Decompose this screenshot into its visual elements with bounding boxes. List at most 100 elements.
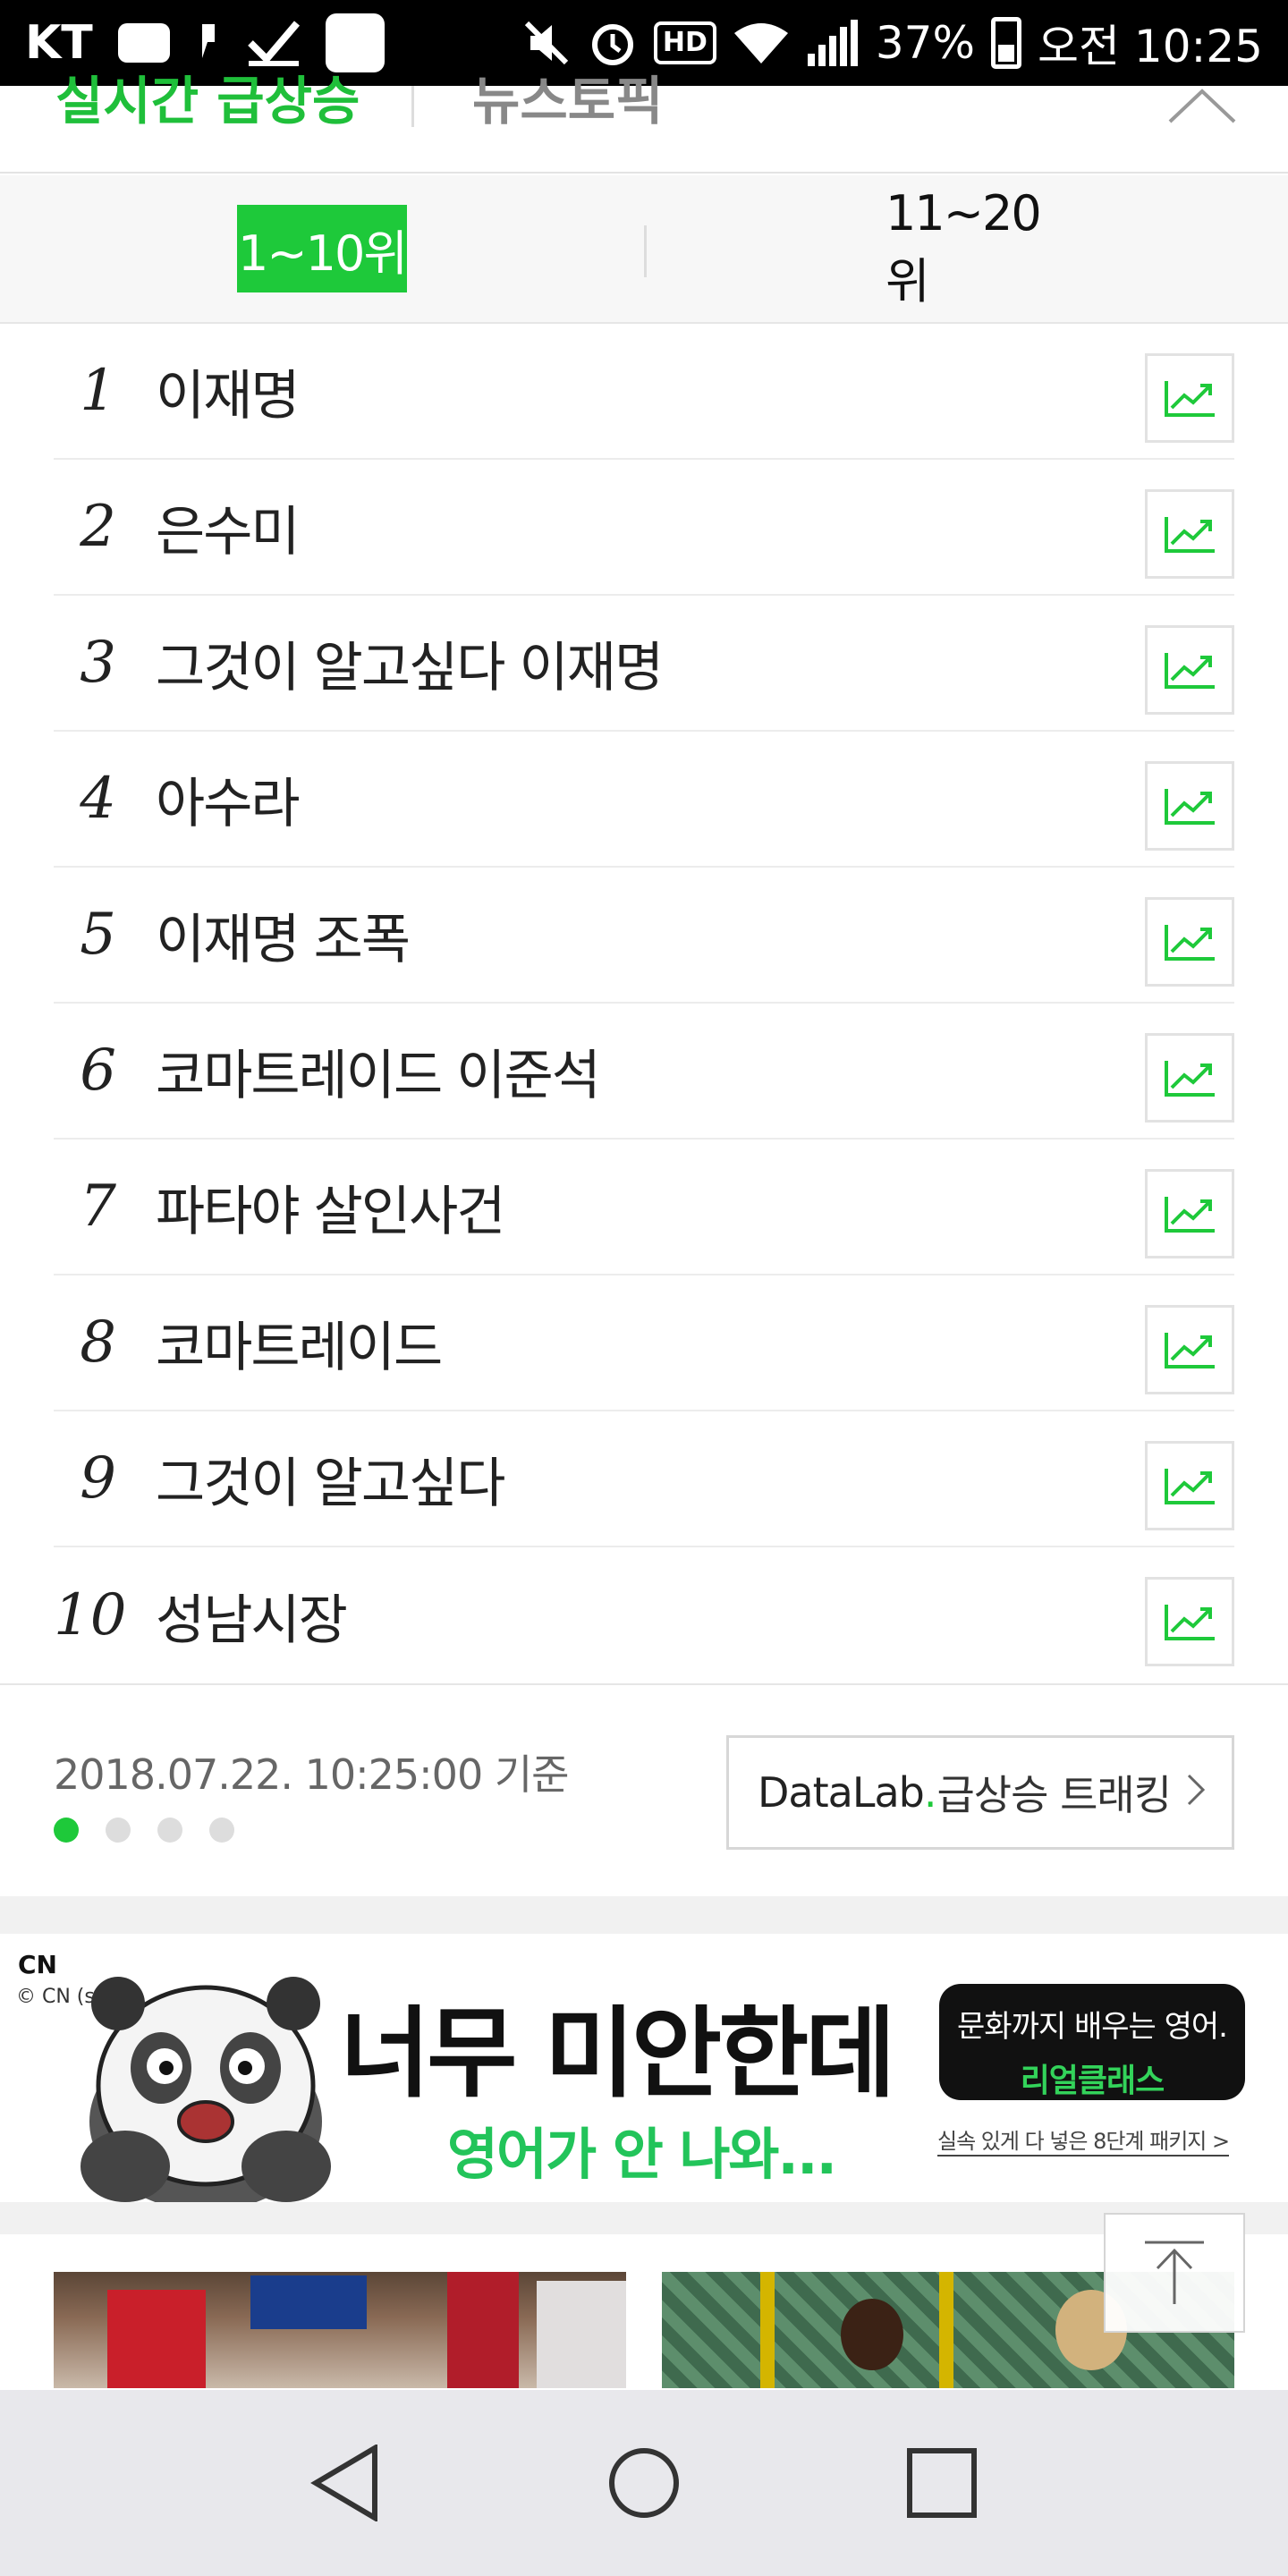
section-gap (0, 2202, 1288, 2234)
signal-icon (806, 18, 860, 68)
keyword-row[interactable]: 8 코마트레이드 (54, 1275, 1234, 1411)
thumbnail-sign (250, 2275, 367, 2329)
keyword-row[interactable]: 9 그것이 알고싶다 (54, 1411, 1234, 1547)
chat-icon (117, 23, 170, 63)
recents-button[interactable] (897, 2438, 987, 2528)
tab-news-topic[interactable]: 뉴스토픽 (472, 75, 663, 127)
keyword-text[interactable]: 성남시장 (156, 1577, 348, 1655)
ad-fine-print[interactable]: 실속 있게 다 넣은 8단계 패키지 > (937, 2123, 1230, 2157)
tab-realtime-rising[interactable]: 실시간 급상승 (55, 75, 360, 127)
recents-icon (907, 2448, 978, 2518)
trend-chart-icon (1165, 1605, 1215, 1640)
thumbnail-person (841, 2299, 903, 2370)
datalab-tracking-button[interactable]: DataLab. 급상승 트래킹 (726, 1735, 1234, 1850)
thumbnail-sign (447, 2272, 519, 2388)
keyword-row[interactable]: 3 그것이 알고싶다 이재명 (54, 596, 1234, 732)
tab-divider (411, 86, 414, 127)
trend-chart-icon (1165, 925, 1215, 961)
keyword-row[interactable]: 7 파타야 살인사건 (54, 1140, 1234, 1275)
trend-chart-button[interactable] (1145, 1305, 1234, 1394)
ad-cta-pill[interactable]: 문화까지 배우는 영어. 리얼클래스 (939, 1984, 1245, 2100)
keyword-row[interactable]: 5 이재명 조폭 (54, 868, 1234, 1004)
trend-chart-button[interactable] (1145, 1169, 1234, 1258)
trend-chart-button[interactable] (1145, 897, 1234, 987)
trend-chart-icon (1165, 1333, 1215, 1368)
section-gap (0, 1896, 1288, 1934)
trend-chart-icon (1165, 1469, 1215, 1504)
page-dot[interactable] (209, 1818, 234, 1843)
trend-chart-icon (1165, 1061, 1215, 1097)
panda-illustration (80, 1977, 331, 2211)
keyword-text[interactable]: 아수라 (156, 760, 301, 838)
datalab-brand: DataLab (758, 1768, 925, 1817)
trend-chart-icon (1165, 1197, 1215, 1233)
rank-number: 2 (80, 494, 116, 560)
keyword-row[interactable]: 4 아수라 (54, 732, 1234, 868)
back-button[interactable] (301, 2438, 391, 2528)
trend-chart-button[interactable] (1145, 1033, 1234, 1123)
page-dot[interactable] (157, 1818, 182, 1843)
datalab-label: 급상승 트래킹 (936, 1771, 1172, 1819)
rank-number: 1 (80, 358, 116, 424)
trend-chart-button[interactable] (1145, 353, 1234, 443)
thumbnail-pole (760, 2272, 775, 2388)
alarm-icon (588, 18, 638, 68)
page-dot[interactable] (106, 1818, 131, 1843)
news-thumbnail-street[interactable] (54, 2272, 626, 2388)
rank-number: 7 (80, 1174, 116, 1240)
rank-number: 10 (54, 1582, 127, 1648)
page-dot[interactable] (54, 1818, 79, 1843)
notification-icon (195, 21, 222, 65)
tab-rank-1-10[interactable]: 1~10위 (237, 205, 408, 292)
ad-subline: 영어가 안 나와... (447, 2122, 837, 2187)
page-indicator (54, 1818, 234, 1843)
download-icon (247, 18, 301, 68)
battery-icon (991, 17, 1021, 69)
trend-chart-icon (1165, 653, 1215, 689)
thumbnail-pole (939, 2272, 953, 2388)
ad-cta-line1: 문화까지 배우는 영어. (957, 2009, 1228, 2045)
rank-number: 8 (80, 1309, 116, 1376)
carrier-label: KT (25, 16, 93, 70)
mute-icon (521, 18, 572, 68)
keyword-text[interactable]: 그것이 알고싶다 (156, 1440, 505, 1518)
timestamp: 2018.07.22. 10:25:00 기준 (54, 1750, 569, 1799)
rank-number: 9 (80, 1445, 116, 1512)
app-icon (325, 13, 385, 72)
thumbnail-sign (537, 2281, 626, 2388)
keyword-text[interactable]: 코마트레이드 (156, 1304, 443, 1382)
rank-number: 5 (80, 902, 116, 968)
thumbnail-sign (107, 2290, 206, 2388)
trend-chart-icon (1165, 381, 1215, 417)
keyword-row[interactable]: 2 은수미 (54, 460, 1234, 596)
keyword-row[interactable]: 6 코마트레이드 이준석 (54, 1004, 1234, 1140)
trend-chart-button[interactable] (1145, 489, 1234, 579)
trend-chart-button[interactable] (1145, 625, 1234, 715)
keyword-text[interactable]: 은수미 (156, 488, 301, 566)
tab-rank-11-20[interactable]: 11~20위 (886, 185, 1064, 309)
keyword-text[interactable]: 파타야 살인사건 (156, 1168, 505, 1246)
ad-banner[interactable]: CN © CN (s18) 너무 미안한데 영어가 안 나와... 문화까지 배… (0, 1934, 1288, 2211)
rank-number: 3 (80, 630, 116, 696)
arrow-up-icon (1145, 2241, 1204, 2304)
list-divider (0, 1683, 1288, 1685)
trend-chart-button[interactable] (1145, 1577, 1234, 1666)
rank-tab-divider (644, 225, 647, 277)
chevron-right-icon (1187, 1770, 1206, 1816)
rank-number: 6 (80, 1038, 116, 1104)
keyword-row[interactable]: 10 성남시장 (54, 1547, 1234, 1683)
keyword-text[interactable]: 이재명 (156, 352, 301, 430)
trend-chart-button[interactable] (1145, 761, 1234, 851)
keyword-text[interactable]: 이재명 조폭 (156, 896, 411, 974)
home-button[interactable] (599, 2438, 689, 2528)
cn-logo: CN (18, 1950, 57, 1979)
battery-percent: 37% (875, 17, 975, 69)
keyword-text[interactable]: 그것이 알고싶다 이재명 (156, 624, 664, 702)
scroll-to-top-button[interactable] (1104, 2213, 1245, 2333)
keyword-row[interactable]: 1 이재명 (54, 324, 1234, 460)
keyword-text[interactable]: 코마트레이드 이준석 (156, 1032, 601, 1110)
trend-chart-button[interactable] (1145, 1441, 1234, 1530)
collapse-chevron-icon[interactable] (1168, 88, 1236, 123)
system-nav-bar (0, 2390, 1288, 2576)
ad-headline: 너무 미안한데 (340, 1996, 895, 2111)
